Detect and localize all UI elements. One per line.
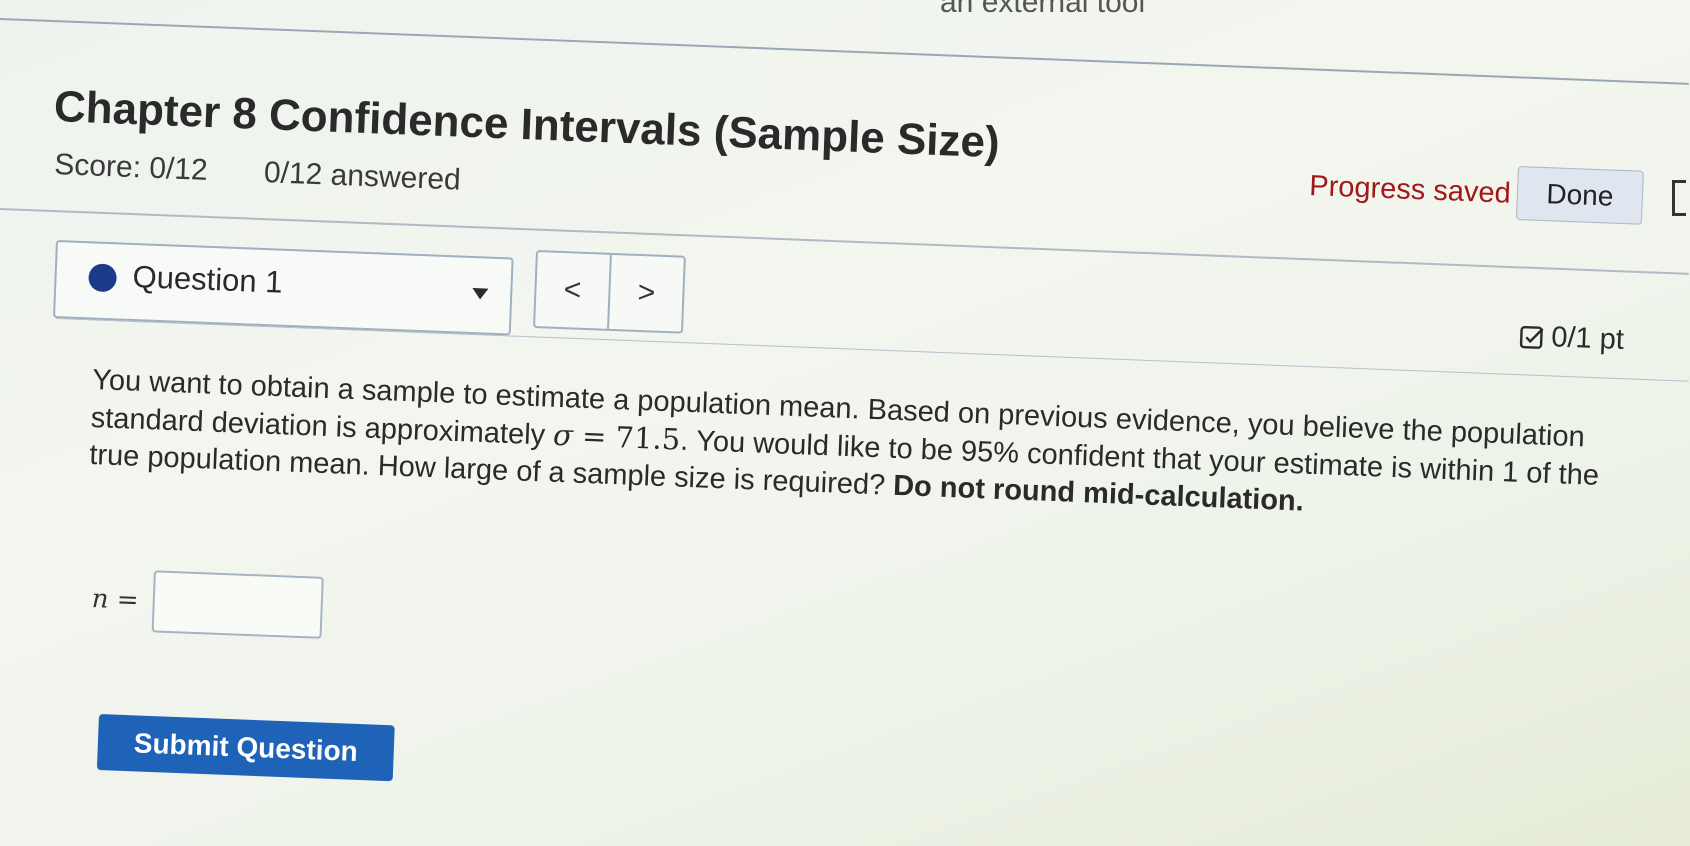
points-text: 0/1 pt xyxy=(1550,321,1625,356)
done-button[interactable]: Done xyxy=(1515,166,1644,225)
sigma-symbol: σ xyxy=(552,417,574,453)
caret-down-icon xyxy=(472,288,489,300)
menu-icon[interactable] xyxy=(1672,180,1686,216)
submit-question-button[interactable]: Submit Question xyxy=(96,714,395,782)
score-text: Score: 0/12 xyxy=(53,148,209,187)
progress-saved-status: Progress saved xyxy=(1308,170,1512,210)
sigma-value: = 71.5 xyxy=(572,418,681,457)
top-divider xyxy=(0,18,1689,85)
question-selector-label: Question 1 xyxy=(131,258,284,300)
chevron-right-icon: > xyxy=(637,275,656,310)
chevron-left-icon: < xyxy=(563,273,582,307)
points-indicator: 0/1 pt xyxy=(1519,320,1625,357)
sample-size-input[interactable] xyxy=(151,570,324,639)
checkbox-icon xyxy=(1519,325,1544,349)
external-tool-link[interactable]: an external tool xyxy=(940,0,1145,20)
answer-row: n = xyxy=(91,568,324,639)
previous-question-button[interactable]: < xyxy=(535,252,610,329)
question-status-icon xyxy=(88,263,118,293)
question-nav-group: < > xyxy=(533,250,686,334)
score-row: Score: 0/12 0/12 answered xyxy=(54,148,510,199)
question-body: You want to obtain a sample to estimate … xyxy=(89,362,1632,533)
answer-label: n = xyxy=(91,583,140,616)
answered-count: 0/12 answered xyxy=(263,156,462,197)
next-question-button[interactable]: > xyxy=(607,254,684,332)
